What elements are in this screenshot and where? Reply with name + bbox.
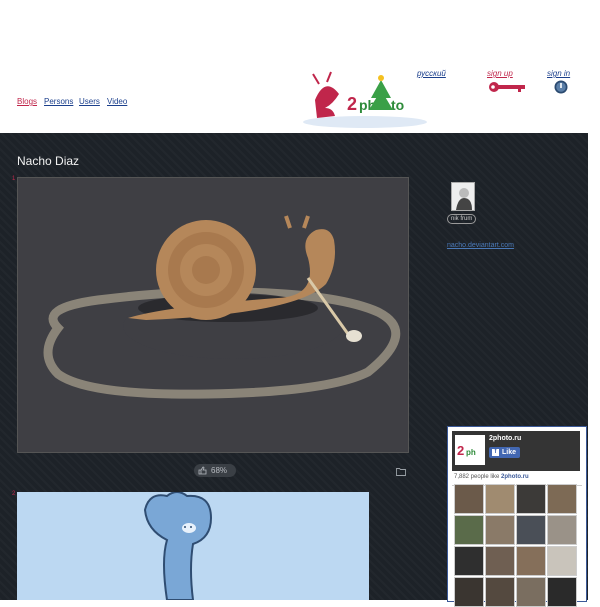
like-label: Like <box>502 449 517 456</box>
nav-video[interactable]: Video <box>107 97 127 106</box>
fan-avatar[interactable] <box>547 515 577 545</box>
folder-icon[interactable] <box>396 467 406 476</box>
snail-illustration <box>43 215 401 399</box>
svg-text:2: 2 <box>347 94 357 114</box>
like-count-text: 7,882 people like <box>454 474 502 480</box>
facebook-like-box: 2 ph 2photo.ru f Like 7,882 people like … <box>447 426 587 607</box>
fan-avatar[interactable] <box>547 577 577 607</box>
photo-number: 2 <box>12 491 16 497</box>
page-avatar[interactable]: 2 ph <box>455 435 485 465</box>
fan-avatar[interactable] <box>516 546 546 576</box>
facebook-page-name[interactable]: 2photo.ru <box>489 435 521 442</box>
nav-persons[interactable]: Persons <box>44 97 73 106</box>
thumb-up-icon <box>198 466 207 475</box>
fan-avatar[interactable] <box>516 515 546 545</box>
power-icon[interactable] <box>554 80 568 94</box>
fan-avatar[interactable] <box>485 515 515 545</box>
nav-blogs[interactable]: Blogs <box>17 97 37 106</box>
photo-snail[interactable] <box>17 177 409 453</box>
language-link[interactable]: русский <box>417 69 446 78</box>
svg-text:to: to <box>391 97 404 113</box>
facebook-icon: f <box>492 449 499 456</box>
like-count-page[interactable]: 2photo.ru <box>501 474 529 480</box>
right-margin <box>588 133 600 600</box>
author-avatar[interactable] <box>451 182 475 211</box>
key-icon[interactable] <box>488 81 526 93</box>
sign-in-link[interactable]: sign in <box>547 69 570 78</box>
site-logo[interactable]: 2 ph to <box>297 70 433 130</box>
photo-number: 1 <box>12 176 16 182</box>
fan-avatar[interactable] <box>485 484 515 514</box>
page-title: Nacho Diaz <box>17 154 80 168</box>
rating-badge[interactable]: 68% <box>194 464 236 477</box>
svg-text:ph: ph <box>466 448 476 457</box>
fan-avatar[interactable] <box>454 546 484 576</box>
nav-users[interactable]: Users <box>79 97 100 106</box>
facebook-like-button[interactable]: f Like <box>489 447 521 458</box>
fan-avatar[interactable] <box>485 577 515 607</box>
header: Blogs Persons Users Video 2 ph to русски… <box>0 0 600 133</box>
fan-avatar[interactable] <box>454 515 484 545</box>
facebook-like-count: 7,882 people like 2photo.ru <box>454 474 529 480</box>
fan-avatar[interactable] <box>516 577 546 607</box>
photo-hippo[interactable] <box>17 492 369 600</box>
facebook-header: 2 ph 2photo.ru f Like <box>452 431 580 471</box>
hippo-illustration <box>143 492 213 600</box>
sign-up-link[interactable]: sign up <box>487 69 513 78</box>
fan-avatar[interactable] <box>547 484 577 514</box>
fan-avatar[interactable] <box>454 484 484 514</box>
fan-avatar[interactable] <box>485 546 515 576</box>
fan-avatar[interactable] <box>454 577 484 607</box>
fan-avatar[interactable] <box>516 484 546 514</box>
source-link[interactable]: nacho.deviantart.com <box>447 242 514 249</box>
svg-text:2: 2 <box>457 443 464 458</box>
fan-avatar[interactable] <box>547 546 577 576</box>
author-tag[interactable]: nik frum <box>447 214 477 224</box>
rating-value: 68% <box>211 466 228 475</box>
